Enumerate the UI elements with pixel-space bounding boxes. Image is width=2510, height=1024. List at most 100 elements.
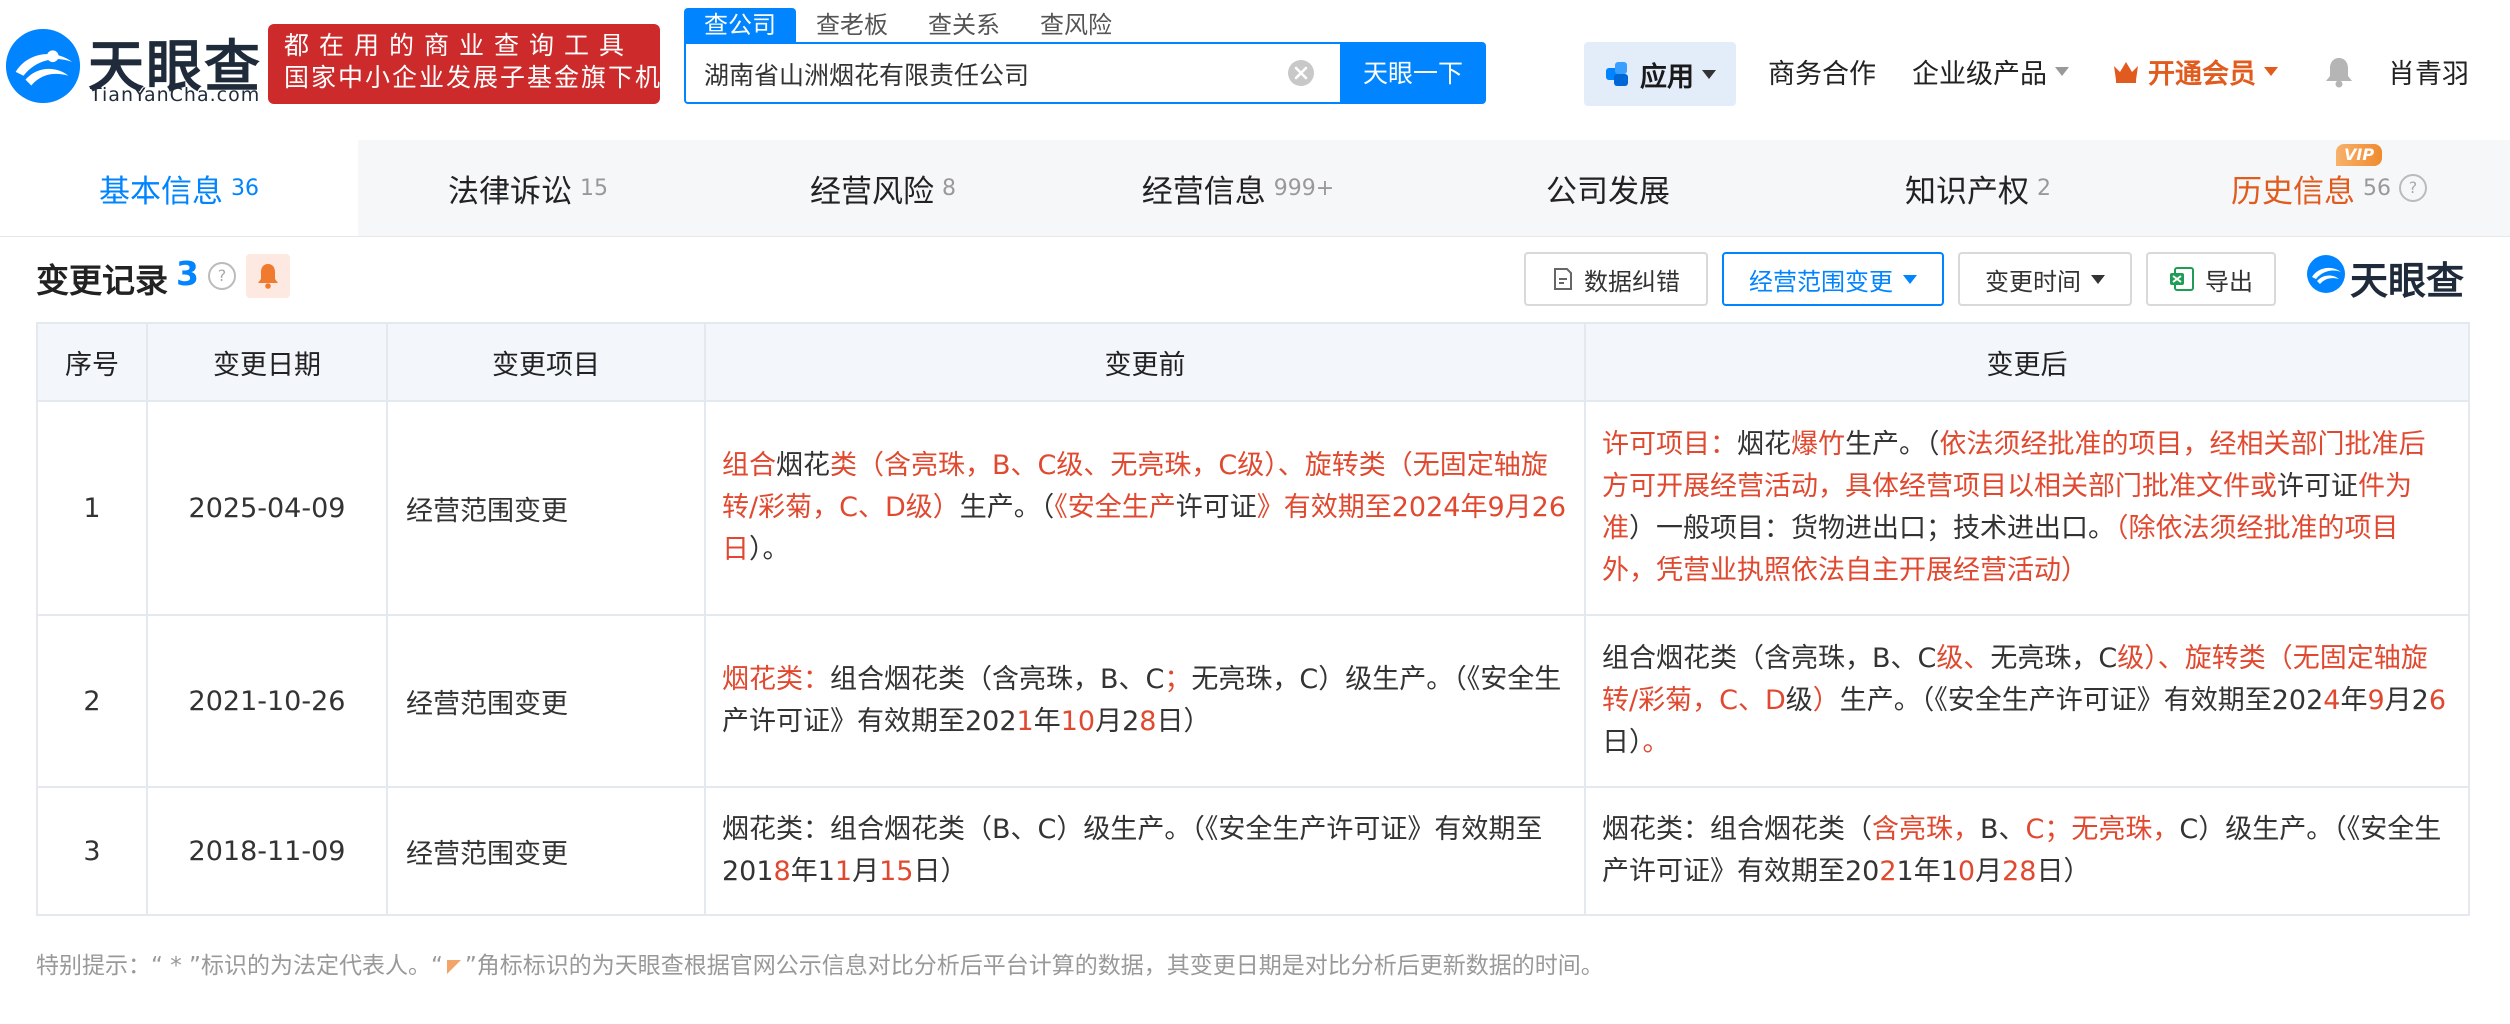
- vip-badge: VIP: [2336, 144, 2383, 166]
- change-text: 许可证: [2277, 471, 2358, 502]
- search-input[interactable]: [702, 44, 1306, 104]
- change-text: 级: [1785, 685, 1813, 716]
- apps-label: 应用: [1640, 61, 1694, 93]
- row-item: 经营范围变更: [386, 400, 706, 616]
- tab-development[interactable]: 公司发展: [1408, 140, 1808, 236]
- highlighted-change-text: 爆竹: [1791, 429, 1845, 460]
- section-title: 变更记录: [36, 261, 168, 300]
- highlighted-change-text: 6: [2428, 685, 2447, 716]
- tab-label: 基本信息: [99, 173, 223, 210]
- sort-change-time[interactable]: 变更时间: [1958, 252, 2132, 306]
- header-after: 变更后: [1584, 322, 2470, 402]
- change-text: 月2: [1095, 706, 1140, 737]
- highlighted-change-text: 烟花类：: [722, 664, 830, 695]
- highlighted-change-text: 0: [1957, 856, 1976, 887]
- crown-icon: [2114, 61, 2138, 83]
- top-header: 天眼查 TianYanCha.com 都在用的商业查询工具 国家中小企业发展子基…: [0, 0, 2510, 140]
- chevron-down-icon: [1702, 69, 1716, 79]
- row-item: 经营范围变更: [386, 614, 706, 788]
- highlighted-change-text: 。: [1642, 727, 1670, 758]
- edit-doc-icon: [1554, 268, 1572, 290]
- nav-vip[interactable]: 开通会员: [2112, 52, 2278, 91]
- apps-menu[interactable]: 应用: [1584, 42, 1736, 106]
- header-date: 变更日期: [146, 322, 388, 402]
- search-tab-company[interactable]: 查公司: [684, 8, 796, 42]
- help-icon[interactable]: ?: [2399, 174, 2427, 202]
- search-tab-risk[interactable]: 查风险: [1020, 8, 1132, 42]
- watermark-logo: 天眼查: [2306, 250, 2466, 303]
- change-text: 年: [1033, 706, 1061, 737]
- change-text: 年1: [790, 856, 835, 887]
- row-before: 烟花类：组合烟花类（B、C）级生产。（《安全生产许可证》有效期至2018年11月…: [704, 786, 1586, 916]
- monitor-bell-button[interactable]: [246, 254, 290, 298]
- sort-change-time-label: 变更时间: [1985, 267, 2081, 296]
- change-text: 组合烟花类（含亮珠，B、C: [1602, 643, 1937, 674]
- corner-flag-icon: [446, 959, 461, 974]
- search-tab-relation[interactable]: 查关系: [908, 8, 1020, 42]
- nav-enterprise[interactable]: 企业级产品: [1912, 52, 2069, 91]
- nav-vip-label: 开通会员: [2148, 59, 2256, 90]
- header-before: 变更前: [704, 322, 1586, 402]
- tab-label: 经营风险: [810, 173, 934, 210]
- clear-icon[interactable]: [1286, 58, 1316, 88]
- tab-count: 2: [2037, 175, 2051, 201]
- export-label: 导出: [2205, 267, 2253, 296]
- user-name: 肖青羽: [2388, 59, 2469, 90]
- tab-operation[interactable]: 经营信息 999+: [1068, 140, 1408, 236]
- chevron-down-icon: [1903, 274, 1917, 284]
- table-row: 3 2018-11-09 经营范围变更 烟花类：组合烟花类（B、C）级生产。（《…: [36, 786, 2470, 916]
- change-text: 烟花: [776, 450, 830, 481]
- change-text: ）一般项目：货物进出口；技术进出口。: [1629, 513, 2115, 544]
- main-tabs: 基本信息 36 法律诉讼 15 经营风险 8 经营信息 999+ 公司发展 知识…: [0, 140, 2510, 237]
- highlighted-change-text: 许可项目：: [1602, 429, 1737, 460]
- search-box: 天眼一下: [684, 42, 1486, 104]
- change-text: 无亮珠，C: [1990, 643, 2118, 674]
- tab-history[interactable]: VIP 历史信息 56 ?: [2148, 140, 2510, 236]
- nav-business[interactable]: 商务合作: [1768, 52, 1876, 91]
- tab-legal[interactable]: 法律诉讼 15: [358, 140, 698, 236]
- row-no: 2: [36, 614, 148, 788]
- eye-logo-icon: [2307, 255, 2345, 293]
- change-text: 月2: [2384, 685, 2429, 716]
- change-text: 日）: [913, 856, 968, 887]
- chevron-down-icon: [2091, 274, 2105, 284]
- export-button[interactable]: 导出: [2146, 252, 2276, 306]
- data-correction-button[interactable]: 数据纠错: [1524, 252, 1708, 306]
- search-button[interactable]: 天眼一下: [1340, 42, 1486, 104]
- highlighted-change-text: 含亮珠，: [1872, 814, 1980, 845]
- change-records-table: 序号 变更日期 变更项目 变更前 变更后 1 2025-04-09 经营范围变更…: [36, 322, 2470, 916]
- search-tab-boss[interactable]: 查老板: [796, 8, 908, 42]
- chevron-down-icon: [2264, 67, 2278, 76]
- highlighted-change-text: 组合: [722, 450, 776, 481]
- row-before: 烟花类：组合烟花类（含亮珠，B、C；无亮珠，C）级生产。（《安全生产许可证》有效…: [704, 614, 1586, 788]
- tab-basic-info[interactable]: 基本信息 36: [0, 140, 358, 236]
- help-icon[interactable]: ?: [208, 262, 236, 290]
- tab-ip[interactable]: 知识产权 2: [1808, 140, 2148, 236]
- filter-change-type[interactable]: 经营范围变更: [1722, 252, 1944, 306]
- user-menu[interactable]: 肖青羽: [2388, 52, 2469, 91]
- highlighted-change-text: 8: [1139, 706, 1157, 737]
- tab-risk[interactable]: 经营风险 8: [698, 140, 1068, 236]
- table-header-row: 序号 变更日期 变更项目 变更前 变更后: [36, 322, 2470, 402]
- slogan-line-2: 国家中小企业发展子基金旗下机构: [284, 63, 690, 92]
- eye-logo-icon: [5, 28, 81, 104]
- highlighted-change-text: 4: [2323, 685, 2341, 716]
- header-item: 变更项目: [386, 322, 706, 402]
- footnote-part-1: 特别提示：“ * ”标识的为法定代表人。“: [36, 953, 443, 979]
- tab-label: 经营信息: [1141, 173, 1266, 210]
- highlighted-change-text: 2: [1879, 856, 1897, 887]
- change-text: 年: [2340, 685, 2368, 716]
- tab-count: 999+: [1273, 175, 1335, 201]
- row-no: 1: [36, 400, 148, 616]
- tab-label: 知识产权: [1905, 173, 2029, 210]
- change-text: 烟花类：组合烟花类（: [1602, 814, 1872, 845]
- change-text: 月: [1975, 856, 2003, 887]
- change-text: 生产。（: [1845, 429, 1940, 460]
- change-text: 月: [852, 856, 880, 887]
- highlighted-change-text: 1: [1016, 706, 1034, 737]
- tab-label: 公司发展: [1546, 173, 1670, 210]
- tianyancha-logo[interactable]: 天眼查 TianYanCha.com: [4, 26, 260, 106]
- change-text: 生产。（: [959, 492, 1055, 523]
- highlighted-change-text: 10: [1060, 706, 1096, 737]
- bell-icon[interactable]: [2324, 56, 2354, 88]
